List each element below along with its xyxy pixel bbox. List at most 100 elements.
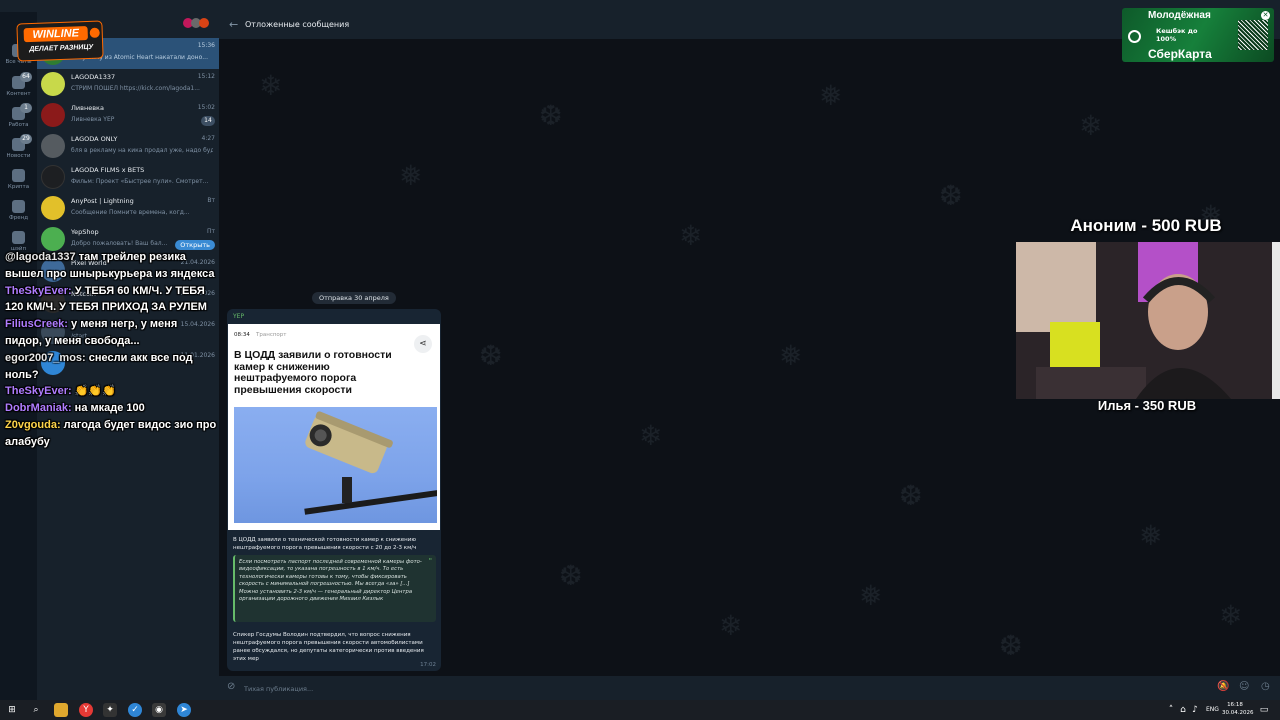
avatar	[41, 72, 65, 96]
mute-icon[interactable]: 🔕	[1217, 681, 1229, 692]
article-time: 08:34	[234, 332, 250, 338]
winline-tagline: ДЕЛАЕТ РАЗНИЦУ	[29, 43, 94, 54]
winline-name: WINLINE	[23, 26, 88, 43]
webcam-feed	[1016, 242, 1280, 399]
network-icon[interactable]: ⌂	[1178, 703, 1188, 717]
snowflake-pattern: ❄	[1079, 109, 1103, 142]
scheduled-message[interactable]: YEP 08:34 Транспорт ⋖ В ЦОДД заявили о г…	[227, 309, 441, 671]
chat-preview: Фильм: Проект «Быстрее пули». Смотрет...	[71, 178, 209, 185]
chat-item[interactable]: LAGODA FILMS x BETS Фильм: Проект «Быстр…	[37, 162, 219, 193]
snowflake-pattern: ❄	[1219, 599, 1243, 632]
chat-name: YepShop	[71, 228, 99, 236]
snowflake-pattern: ❆	[539, 99, 563, 132]
folder-icon	[12, 169, 25, 182]
emoji-icon[interactable]: ☺	[1239, 681, 1249, 692]
search-icon[interactable]: ⌕	[29, 703, 43, 717]
chat-item[interactable]: AnyPost | Lightning Сообщение Помните вр…	[37, 193, 219, 224]
obs-icon[interactable]: ◉	[152, 703, 166, 717]
notification-icon[interactable]: ▭	[1258, 703, 1270, 717]
share-icon: ⋖	[414, 335, 432, 353]
clock-date: 30.04.2026	[1222, 709, 1254, 716]
stream-chat-line: TheSkyEver: У ТЕБЯ 60 КМ/Ч. У ТЕБЯ 120 К…	[5, 283, 217, 317]
donation-alert-title: Аноним - 500 RUB	[1070, 216, 1222, 235]
article-category: Транспорт	[256, 332, 287, 338]
chat-time: 15:02	[197, 104, 215, 111]
snowflake-pattern: ❆	[479, 339, 503, 372]
quote-block: " Если посмотреть паспорт последней совр…	[233, 555, 436, 622]
folder-friend[interactable]: Френд	[0, 198, 37, 229]
stream-chat-overlay: @lagoda1337 там трейлер резика вышел про…	[5, 249, 217, 451]
close-icon[interactable]: ✕	[1261, 11, 1270, 20]
folder-crypto[interactable]: Крипта	[0, 167, 37, 198]
message-caption: В ЦОДД заявили о технической готовности …	[233, 537, 417, 551]
sber-ad-banner: Молодёжная Кешбэк до 100% СберКарта ✕	[1122, 8, 1274, 62]
stream-chat-text: на мкаде 100	[71, 402, 145, 415]
telegram-icon[interactable]: ➤	[177, 703, 191, 717]
file-explorer-icon[interactable]	[54, 703, 68, 717]
clock-time: 16:18	[1227, 702, 1243, 708]
folder-label: Френд	[8, 215, 28, 221]
sber-ad-title: Молодёжная	[1148, 10, 1211, 21]
snowflake-pattern: ❅	[819, 79, 843, 112]
chat-preview: Ливневка YEP	[71, 116, 115, 123]
message-sender[interactable]: YEP	[233, 313, 244, 320]
folder-icon	[12, 200, 25, 213]
snowflake-pattern: ❄	[259, 69, 283, 102]
back-arrow-icon[interactable]: ←	[229, 18, 238, 31]
stream-chat-text: 👏👏👏	[71, 385, 116, 398]
stream-chat-user: FiliusCreek:	[5, 318, 68, 331]
app-icon[interactable]: ✓	[128, 703, 142, 717]
chevron-up-icon[interactable]: ˄	[1166, 703, 1176, 717]
snowflake-pattern: ❄	[639, 419, 663, 452]
chat-preview: Сообщение Помните времена, когд...	[71, 209, 190, 216]
chat-time: Пт	[206, 228, 215, 235]
app-icon[interactable]: ✦	[103, 703, 117, 717]
stream-chat-user: egor2007_mos:	[5, 351, 86, 364]
avatar	[41, 134, 65, 158]
folder-news[interactable]: 29 Новости	[0, 134, 37, 167]
clock[interactable]: 16:18 30.04.2026	[1222, 702, 1254, 717]
folder-badge: 64	[20, 72, 32, 82]
folder-label: Работа	[8, 122, 29, 128]
chat-time: 4:27	[201, 135, 215, 142]
windows-start-icon[interactable]: ⊞	[5, 703, 19, 717]
schedule-icon[interactable]: ◷	[1261, 681, 1270, 692]
page-title: Отложенные сообщения	[245, 20, 350, 29]
folder-work[interactable]: 1 Работа	[0, 103, 37, 136]
unread-badge: 14	[201, 116, 215, 126]
donation-alert-subtitle: Илья - 350 RUB	[1097, 398, 1197, 413]
chat-name: LAGODA ONLY	[71, 135, 118, 143]
qr-code-icon	[1238, 20, 1268, 50]
snowflake-pattern: ❅	[399, 159, 423, 192]
yandex-browser-icon[interactable]: Y	[79, 703, 93, 717]
avatar	[41, 103, 65, 127]
attach-icon[interactable]: ⊘	[227, 681, 235, 692]
quote-icon: "	[428, 557, 432, 565]
language-indicator[interactable]: ENG	[1206, 706, 1219, 713]
composer: ⊘ 🔕 ☺ ◷	[219, 676, 1280, 700]
stream-chat-line: TheSkyEver: 👏👏👏	[5, 383, 217, 400]
chat-item[interactable]: LAGODA ONLY бля в рекламу на кика продал…	[37, 131, 219, 162]
snowflake-pattern: ❄	[719, 609, 743, 642]
stories-avatars[interactable]	[183, 18, 213, 30]
snowflake-pattern: ❆	[999, 629, 1023, 662]
chat-name: LAGODA FILMS x BETS	[71, 166, 145, 174]
avatar	[41, 196, 65, 220]
stream-chat-line: egor2007_mos: снесли акк все под ноль?	[5, 350, 217, 384]
chat-item[interactable]: LAGODA1337 СТРИМ ПОШЕЛ https://kick.com/…	[37, 69, 219, 100]
volume-icon[interactable]: ♪	[1190, 703, 1200, 717]
chat-name: Ливневка	[71, 104, 104, 112]
folder-label: Новости	[6, 153, 31, 159]
chat-preview: СТРИМ ПОШЕЛ https://kick.com/lagoda1...	[71, 85, 200, 92]
snowflake-pattern: ❆	[899, 479, 923, 512]
folder-label: Контент	[6, 91, 31, 97]
folder-content[interactable]: 64 Контент	[0, 72, 37, 105]
stream-chat-line: FiliusCreek: у меня негр, у меня пидор, …	[5, 316, 217, 350]
message-input[interactable]	[244, 683, 1124, 695]
folder-label: Крипта	[7, 184, 30, 190]
article-screenshot: 08:34 Транспорт ⋖ В ЦОДД заявили о готов…	[228, 324, 440, 530]
chat-item[interactable]: Ливневка Ливневка YEP 15:02 14	[37, 100, 219, 131]
avatar	[41, 227, 65, 251]
stream-chat-line: DobrManiak: на мкаде 100	[5, 400, 217, 417]
stream-chat-user: Z0vgouda:	[5, 418, 61, 431]
